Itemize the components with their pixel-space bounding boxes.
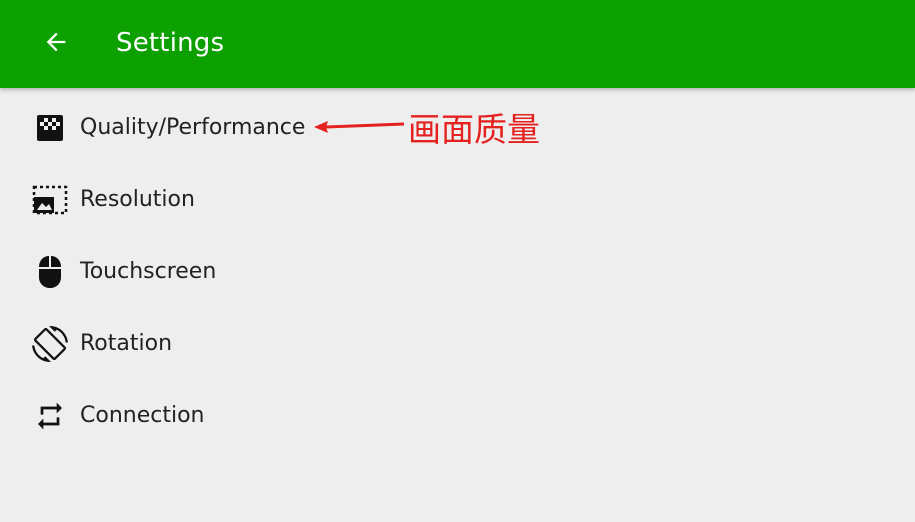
menu-item-label: Touchscreen [80,259,217,284]
menu-item-label: Quality/Performance [80,115,306,140]
annotation-text: 画面质量 [408,110,540,149]
settings-screen: Settings Quality/Performance Resolution … [0,0,915,522]
menu-item-connection[interactable]: Connection [0,380,915,452]
menu-item-resolution[interactable]: Resolution [0,164,915,236]
mouse-icon [32,254,68,290]
annotation-callout: 画面质量 [312,106,572,150]
sync-icon [32,398,68,434]
resolution-icon [32,182,68,218]
menu-item-label: Connection [80,403,205,428]
menu-item-rotation[interactable]: Rotation [0,308,915,380]
menu-item-touchscreen[interactable]: Touchscreen [0,236,915,308]
back-button[interactable] [32,22,80,66]
app-toolbar: Settings [0,0,915,88]
arrow-back-icon [42,28,70,60]
menu-item-label: Resolution [80,187,195,212]
page-title: Settings [116,28,225,58]
quality-icon [32,110,68,146]
menu-item-label: Rotation [80,331,173,356]
rotation-icon [32,326,68,362]
